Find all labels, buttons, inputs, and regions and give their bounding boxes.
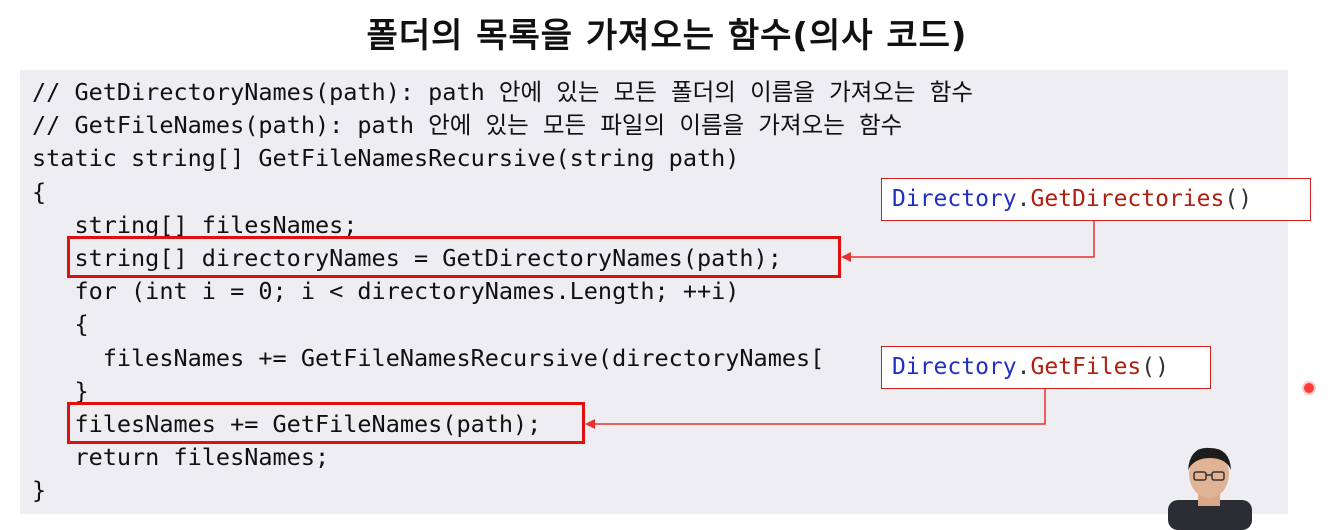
callout-get-directories: Directory.GetDirectories() <box>881 178 1311 221</box>
callout-get-files: Directory.GetFiles() <box>881 346 1211 389</box>
arrowhead-directories <box>841 252 851 262</box>
callout-dot: . <box>1016 186 1031 212</box>
callout-method-name: GetDirectories <box>1030 186 1225 212</box>
presenter-video-thumbnail <box>1168 447 1252 530</box>
connector-files <box>590 388 1046 425</box>
recording-dot-icon <box>1304 383 1314 393</box>
arrowhead-files <box>585 419 595 429</box>
callout-class-name: Directory <box>892 354 1017 380</box>
callout-dot: . <box>1016 354 1031 380</box>
callout-class-name: Directory <box>892 186 1017 212</box>
callout-connectors <box>585 220 1095 429</box>
callout-method-name: GetFiles <box>1030 354 1142 380</box>
callout-parens: () <box>1141 354 1169 380</box>
callout-parens: () <box>1224 186 1253 212</box>
connector-directories <box>846 220 1095 258</box>
